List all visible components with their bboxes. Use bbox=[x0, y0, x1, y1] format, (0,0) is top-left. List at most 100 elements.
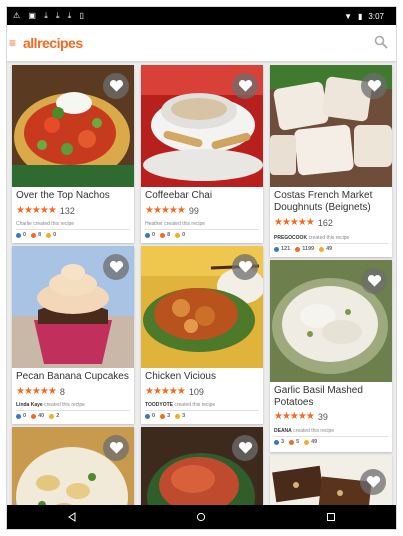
favorite-button[interactable] bbox=[103, 254, 129, 280]
made-it-icon bbox=[16, 232, 21, 238]
download-icon: ⤓ bbox=[55, 11, 60, 20]
recipe-card[interactable] bbox=[270, 455, 392, 511]
heart-icon bbox=[238, 80, 252, 92]
download-icon: ⤓ bbox=[67, 11, 72, 20]
creator-name[interactable]: PREGOCOOK bbox=[274, 235, 307, 241]
recipe-card[interactable]: Costas French Market Doughnuts (Beignets… bbox=[270, 65, 392, 257]
app-logo[interactable]: allrecipes bbox=[23, 35, 83, 51]
made-count: 0 bbox=[23, 413, 27, 419]
recipe-card[interactable] bbox=[12, 427, 134, 511]
review-icon bbox=[319, 246, 325, 252]
recipe-title[interactable]: Chicken Vicious bbox=[145, 371, 259, 383]
recipe-card[interactable]: Garlic Basil Mashed Potatoes ★★★★★ 39 DE… bbox=[270, 260, 392, 452]
recipe-card[interactable]: Over the Top Nachos ★★★★★ 132 Charlie cr… bbox=[12, 65, 134, 243]
rating-count: 109 bbox=[188, 386, 204, 397]
recipe-creator: TOODYOTE created this recipe bbox=[145, 402, 259, 408]
recipe-card[interactable]: Chicken Vicious ★★★★★ 109 TOODYOTE creat… bbox=[141, 246, 263, 424]
creator-name[interactable]: Heather bbox=[145, 221, 163, 227]
favorite-button[interactable] bbox=[232, 254, 258, 280]
heart-icon bbox=[238, 442, 252, 454]
created-text: created this recipe bbox=[293, 428, 335, 434]
favorite-button[interactable] bbox=[360, 469, 386, 495]
heart-icon bbox=[160, 413, 166, 419]
creator-name[interactable]: TOODYOTE bbox=[145, 402, 173, 408]
recipe-title[interactable]: Garlic Basil Mashed Potatoes bbox=[274, 385, 388, 409]
star-rating-icons: ★★★★★ bbox=[145, 386, 186, 397]
review-icon bbox=[304, 439, 310, 445]
made-it-icon bbox=[274, 246, 279, 252]
review-icon bbox=[49, 413, 55, 419]
made-count: 0 bbox=[152, 413, 156, 419]
recipe-stats: 0 8 0 bbox=[145, 232, 190, 238]
divider bbox=[274, 243, 388, 244]
recipe-title[interactable]: Over the Top Nachos bbox=[16, 190, 130, 202]
recents-icon[interactable] bbox=[325, 511, 337, 523]
battery-icon: ▮ bbox=[358, 11, 363, 21]
star-rating-icons: ★★★★★ bbox=[274, 411, 315, 422]
recipe-creator: Heather created this recipe bbox=[145, 221, 259, 227]
alert-icon: ⚠ bbox=[13, 11, 21, 20]
heart-icon bbox=[367, 275, 381, 287]
review-count: 49 bbox=[326, 246, 333, 252]
recipe-rating: ★★★★★ 109 bbox=[145, 386, 204, 397]
heart-icon bbox=[31, 413, 37, 419]
device-screen: ⚠ ▣ ⤓ ⤓ ⤓ ▯ ▼ ▮ 3:07 ≡ allrecipes Over t… bbox=[6, 6, 397, 530]
recipe-rating: ★★★★★ 8 bbox=[16, 386, 65, 397]
created-text: created this recipe bbox=[164, 221, 206, 227]
made-it-icon bbox=[145, 413, 150, 419]
favorite-count: 40 bbox=[38, 413, 45, 419]
star-rating-icons: ★★★★★ bbox=[145, 205, 186, 216]
search-icon[interactable] bbox=[374, 35, 388, 49]
heart-icon bbox=[160, 232, 166, 238]
clock-time: 3:07 bbox=[368, 11, 384, 21]
made-count: 0 bbox=[23, 232, 27, 238]
review-icon bbox=[46, 232, 52, 238]
created-text: created this recipe bbox=[33, 221, 75, 227]
favorite-button[interactable] bbox=[232, 435, 258, 461]
made-count: 121 bbox=[281, 246, 291, 252]
menu-icon[interactable]: ≡ bbox=[9, 36, 21, 50]
back-icon[interactable] bbox=[66, 511, 78, 523]
divider bbox=[274, 436, 388, 437]
recipe-title[interactable]: Pecan Banana Cupcakes bbox=[16, 371, 130, 383]
creator-name[interactable]: Charlie bbox=[16, 221, 32, 227]
rating-count: 8 bbox=[59, 386, 65, 397]
recipe-creator: Charlie created this recipe bbox=[16, 221, 130, 227]
download-icon: ⤓ bbox=[44, 11, 48, 20]
heart-icon bbox=[289, 439, 295, 445]
creator-name[interactable]: DEANA bbox=[274, 428, 292, 434]
created-text: created this recipe bbox=[174, 402, 216, 408]
star-rating-icons: ★★★★★ bbox=[16, 205, 57, 216]
heart-icon bbox=[295, 246, 301, 252]
status-icons-right: ▼ ▮ 3:07 bbox=[344, 12, 390, 21]
status-icons-left: ⚠ ▣ ⤓ ⤓ ⤓ ▯ bbox=[13, 11, 90, 21]
review-count: 0 bbox=[182, 232, 186, 238]
recipe-stats: 0 8 0 bbox=[16, 232, 61, 238]
system-nav-bar bbox=[7, 505, 396, 529]
rating-count: 99 bbox=[188, 205, 199, 216]
favorite-button[interactable] bbox=[232, 73, 258, 99]
review-icon bbox=[175, 413, 181, 419]
recipe-grid: Over the Top Nachos ★★★★★ 132 Charlie cr… bbox=[7, 61, 396, 511]
favorite-count: 8 bbox=[167, 232, 171, 238]
recipe-creator: DEANA created this recipe bbox=[274, 428, 388, 434]
recipe-card[interactable] bbox=[141, 427, 263, 511]
phone-icon: ▯ bbox=[79, 11, 84, 20]
favorite-button[interactable] bbox=[103, 435, 129, 461]
recipe-title[interactable]: Costas French Market Doughnuts (Beignets… bbox=[274, 190, 388, 214]
recipe-card[interactable]: Coffeebar Chai ★★★★★ 99 Heather created … bbox=[141, 65, 263, 243]
favorite-button[interactable] bbox=[361, 73, 387, 99]
recipe-card[interactable]: Pecan Banana Cupcakes ★★★★★ 8 Linda Kaye… bbox=[12, 246, 134, 424]
star-rating-icons: ★★★★★ bbox=[16, 386, 57, 397]
photo-icon: ▣ bbox=[28, 11, 36, 20]
home-icon[interactable] bbox=[195, 511, 207, 523]
created-text: created this recipe bbox=[308, 235, 350, 241]
review-count: 0 bbox=[53, 232, 57, 238]
heart-icon bbox=[109, 442, 123, 454]
favorite-button[interactable] bbox=[361, 268, 387, 294]
favorite-button[interactable] bbox=[103, 73, 129, 99]
recipe-title[interactable]: Coffeebar Chai bbox=[145, 190, 259, 202]
creator-name[interactable]: Linda Kaye bbox=[16, 402, 43, 408]
recipe-rating: ★★★★★ 162 bbox=[274, 217, 333, 228]
favorite-count: 5 bbox=[296, 439, 300, 445]
